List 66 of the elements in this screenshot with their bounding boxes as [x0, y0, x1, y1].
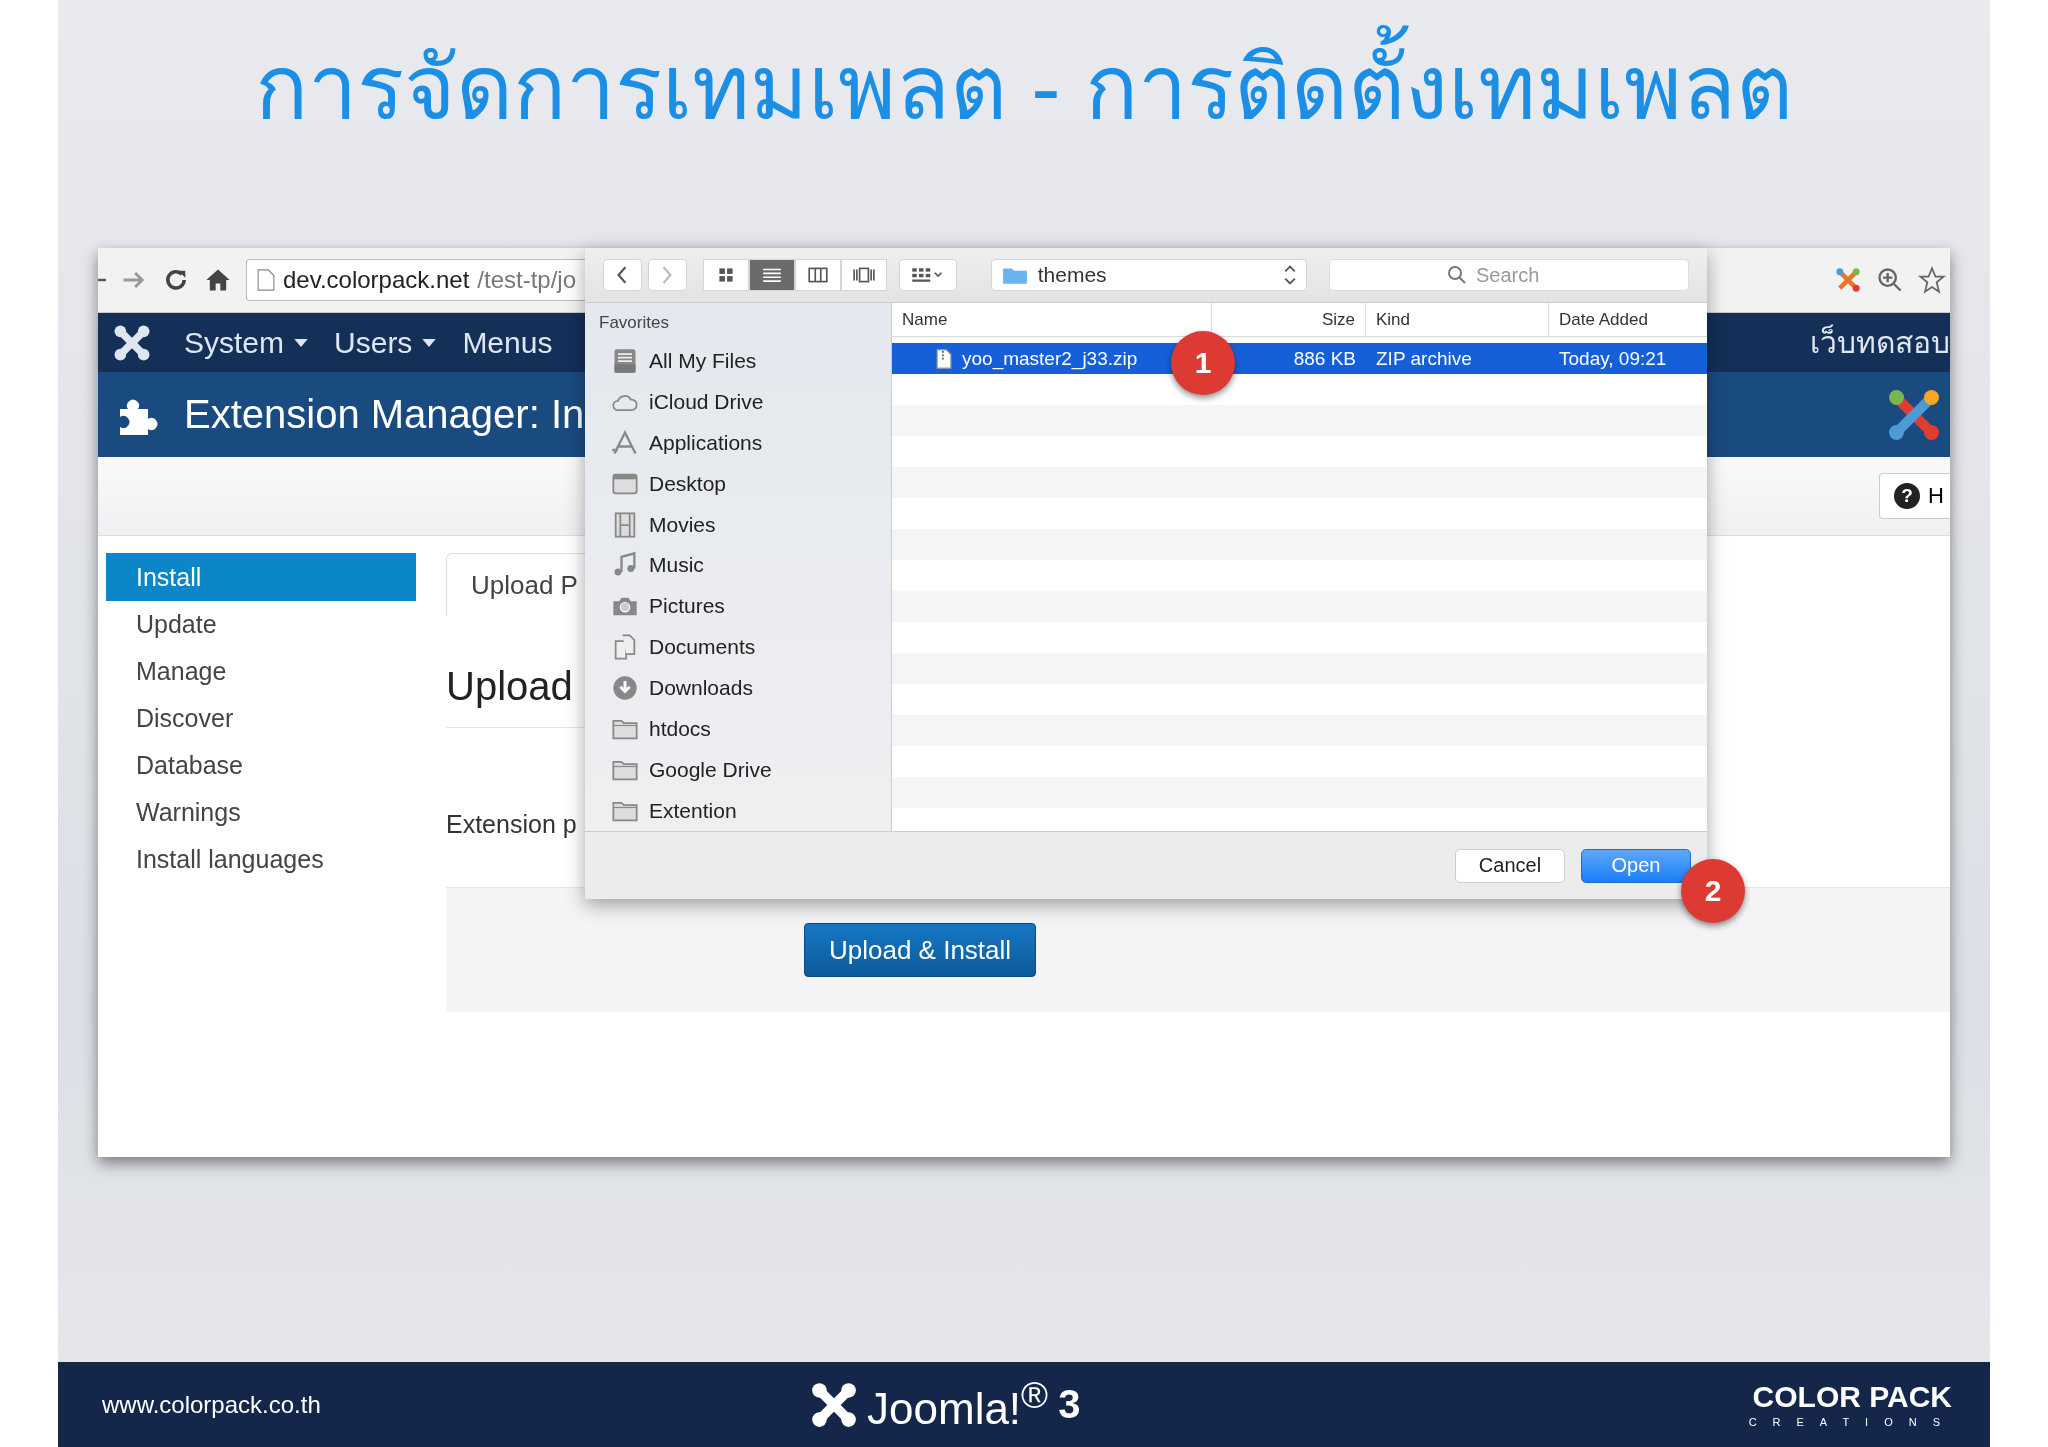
arrange-button[interactable] [898, 259, 957, 291]
columns-view-button[interactable] [794, 259, 841, 291]
file-size: 886 KB [1292, 347, 1357, 370]
favorites-item[interactable]: iCloud Drive [599, 381, 891, 423]
caret-icon [422, 338, 437, 347]
brand-name: COLOR PACK [1752, 1381, 1953, 1412]
star-icon[interactable] [1918, 266, 1946, 294]
location-dropdown[interactable]: themes [990, 259, 1307, 291]
sidebar-item[interactable]: Manage [106, 648, 416, 695]
favorites-item[interactable]: All My Files [599, 340, 891, 382]
favorites-item[interactable]: Music [599, 545, 891, 586]
favorites-item[interactable]: Google Drive [599, 749, 891, 791]
favorites-item[interactable]: Extention [599, 790, 891, 832]
page-title: Extension Manager: In [184, 392, 585, 437]
file-name: yoo_master2_j33.zip [962, 347, 1138, 370]
icons-view-button[interactable] [702, 259, 749, 291]
chevron-left-icon [616, 266, 629, 284]
back-button[interactable] [603, 259, 642, 291]
sidebar-item[interactable]: Install languages [106, 836, 416, 883]
favorites-item[interactable]: Applications [599, 422, 891, 464]
favorites-item[interactable]: Documents [599, 626, 891, 668]
search-icon [1447, 265, 1467, 285]
coverflow-view-icon [852, 266, 875, 284]
column-header[interactable]: Date Added [1549, 303, 1707, 336]
caret-icon [294, 338, 309, 347]
nav-menu[interactable]: Menus [462, 325, 553, 360]
sidebar-item[interactable]: Discover [106, 695, 416, 742]
list-view-button[interactable] [748, 259, 795, 291]
apps-icon [611, 428, 639, 457]
nav-menu[interactable]: Users [334, 325, 437, 360]
field-label: Extension p [446, 810, 577, 839]
website-url: www.colorpack.co.th [102, 1390, 321, 1419]
upload-install-button[interactable]: Upload & Install [804, 923, 1037, 977]
nav-menu[interactable]: System [184, 325, 309, 360]
columns-view-icon [806, 266, 829, 284]
favorites-item[interactable]: Movies [599, 504, 891, 545]
product-name: Joomla!$^{®}$ [867, 1375, 1049, 1434]
favorites-item[interactable]: Desktop [599, 463, 891, 505]
search-field[interactable]: Search [1329, 259, 1689, 291]
brand-tagline: CREATIONS [1748, 1415, 1956, 1428]
zoom-icon[interactable] [1876, 266, 1904, 294]
column-header[interactable]: Kind [1366, 303, 1549, 336]
joomla-extension-icon[interactable] [1834, 266, 1862, 294]
sidebar-item[interactable]: Database [106, 742, 416, 789]
downloads-icon [611, 674, 639, 702]
sidebar-item[interactable]: Update [106, 601, 416, 648]
question-icon: ? [1894, 483, 1921, 509]
sidebar-item[interactable]: Warnings [106, 789, 416, 836]
help-button[interactable]: ? H [1879, 473, 1950, 519]
product-version: 3 [1058, 1382, 1081, 1427]
up-down-arrows-icon [1284, 264, 1296, 286]
list-view-icon [760, 266, 783, 284]
sidebar-item[interactable]: Install [106, 553, 416, 601]
file-date: Today, 09:21 [1558, 347, 1668, 370]
slide-title: การจัดการเทมเพลต - การติดตั้งเทมเพลต [254, 18, 1794, 248]
coverflow-view-button[interactable] [840, 259, 887, 291]
arrange-grid-icon [910, 266, 945, 284]
sidebar-heading: Favorites [599, 313, 670, 334]
site-name[interactable]: เว็บทดสอบ [1810, 319, 1950, 366]
favorites-item[interactable]: htdocs [599, 708, 891, 750]
chevron-right-icon [661, 266, 674, 284]
cancel-button[interactable]: Cancel [1455, 848, 1565, 883]
favorites-item[interactable]: Downloads [599, 667, 891, 709]
file-kind: ZIP archive [1375, 347, 1473, 370]
favorites-item[interactable]: Pictures [599, 585, 891, 627]
file-icon [936, 347, 952, 370]
